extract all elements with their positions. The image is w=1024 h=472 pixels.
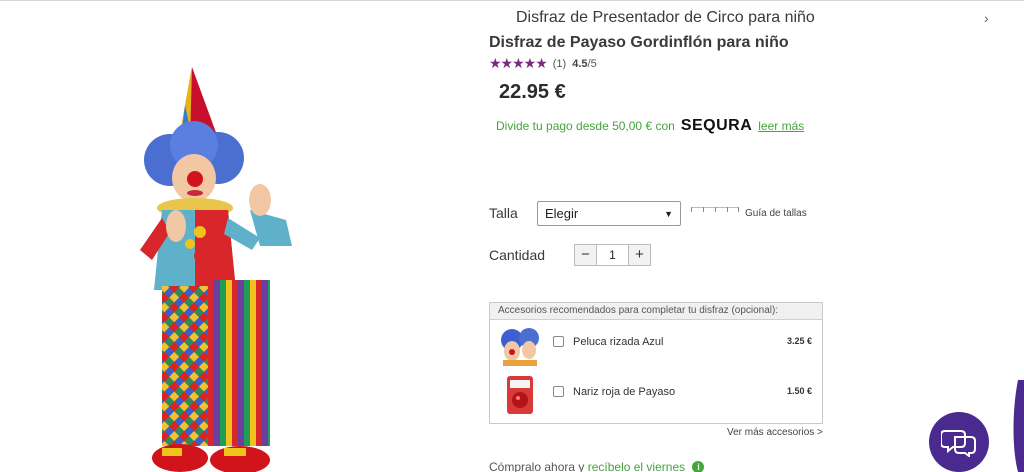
rating: ★★★★★ (1) 4.5/5 bbox=[489, 55, 597, 72]
blue-wig-thumbnail[interactable] bbox=[499, 324, 541, 366]
product-price: 22.95 € bbox=[499, 81, 566, 103]
star-rating-icon: ★★★★★ bbox=[489, 55, 548, 71]
top-divider bbox=[0, 0, 1024, 1]
delivery-info: Cómpralo ahora y recíbelo el viernes i bbox=[489, 460, 705, 472]
rating-score: 4.5 bbox=[572, 57, 588, 70]
quantity-increase-button[interactable]: + bbox=[629, 245, 650, 265]
ruler-icon[interactable] bbox=[691, 207, 739, 213]
quantity-decrease-button[interactable]: − bbox=[575, 245, 596, 265]
accessory-item: Nariz roja de Payaso 1.50 € bbox=[490, 370, 822, 420]
financing-info: Divide tu pago desde 50,00 € con SEQURA … bbox=[496, 117, 804, 135]
quantity-input[interactable]: 1 bbox=[596, 245, 629, 265]
financing-read-more-link[interactable]: leer más bbox=[758, 119, 804, 133]
financing-text: Divide tu pago desde 50,00 € con bbox=[496, 119, 675, 133]
product-title: Disfraz de Payaso Gordinflón para niño bbox=[489, 34, 789, 51]
red-nose-thumbnail[interactable] bbox=[499, 374, 541, 416]
rating-max: /5 bbox=[587, 57, 597, 70]
accessory-checkbox[interactable] bbox=[553, 386, 564, 397]
product-image[interactable] bbox=[100, 50, 400, 472]
accessories-box: Accesorios recomendados para completar t… bbox=[489, 302, 823, 424]
accessory-checkbox[interactable] bbox=[553, 336, 564, 347]
accessory-price: 1.50 € bbox=[786, 386, 812, 396]
size-select-value: Elegir bbox=[545, 206, 579, 221]
dropdown-caret-icon: ▼ bbox=[664, 208, 673, 219]
review-count[interactable]: (1) bbox=[553, 58, 566, 70]
chat-button[interactable] bbox=[929, 412, 989, 472]
next-arrow-icon[interactable]: › bbox=[984, 10, 989, 26]
more-accessories-link[interactable]: Ver más accesorios > bbox=[727, 427, 823, 438]
delivery-date: recíbelo el viernes bbox=[587, 460, 686, 472]
size-guide-link[interactable]: Guía de tallas bbox=[745, 208, 807, 219]
info-icon[interactable]: i bbox=[692, 461, 705, 472]
size-select[interactable]: Elegir ▼ bbox=[537, 201, 681, 226]
accessory-price: 3.25 € bbox=[786, 336, 812, 346]
quantity-label: Cantidad bbox=[489, 247, 546, 263]
size-label: Talla bbox=[489, 205, 518, 221]
accessory-name: Peluca rizada Azul bbox=[573, 336, 664, 348]
related-product-link[interactable]: Disfraz de Presentador de Circo para niñ… bbox=[516, 9, 815, 27]
delivery-prefix: Cómpralo ahora y bbox=[489, 460, 585, 472]
chat-icon bbox=[941, 430, 976, 457]
side-tab bbox=[1010, 380, 1024, 472]
accessory-name: Nariz roja de Payaso bbox=[573, 386, 676, 398]
quantity-stepper: − 1 + bbox=[574, 244, 651, 266]
accessories-header: Accesorios recomendados para completar t… bbox=[490, 303, 822, 320]
sequra-logo: SEQURA bbox=[680, 117, 753, 134]
accessory-item: Peluca rizada Azul 3.25 € bbox=[490, 320, 822, 370]
